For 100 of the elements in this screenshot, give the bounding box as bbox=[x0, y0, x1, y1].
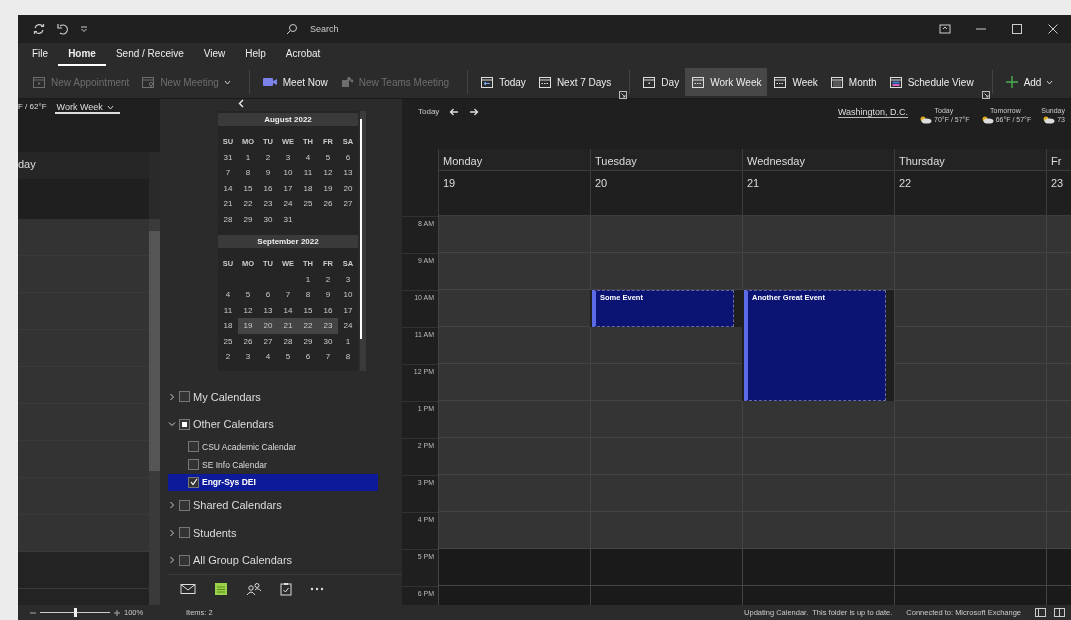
time-slot[interactable] bbox=[742, 216, 894, 253]
time-slot[interactable] bbox=[590, 216, 742, 253]
minus-icon[interactable] bbox=[30, 609, 36, 616]
time-slot[interactable] bbox=[894, 512, 1046, 549]
time-slot[interactable] bbox=[742, 401, 894, 438]
reading-view-icon[interactable] bbox=[1054, 608, 1065, 617]
folder-label[interactable]: Other Calendars bbox=[193, 418, 274, 431]
ribbon-button[interactable]: Meet Now bbox=[255, 68, 334, 96]
date-cell[interactable]: 16 bbox=[258, 180, 278, 196]
more-icon[interactable] bbox=[310, 587, 324, 591]
caret-down-icon[interactable] bbox=[80, 25, 88, 33]
chevron-right-icon[interactable] bbox=[168, 392, 176, 401]
date-cell[interactable]: 31 bbox=[218, 149, 238, 165]
ribbon-button[interactable]: Day bbox=[636, 68, 686, 96]
date-cell[interactable]: 30 bbox=[318, 333, 338, 349]
date-cell[interactable]: 8 bbox=[298, 287, 318, 303]
time-slot[interactable] bbox=[438, 438, 590, 475]
time-slot[interactable] bbox=[438, 253, 590, 290]
time-slot[interactable] bbox=[894, 216, 1046, 253]
time-slot[interactable] bbox=[742, 549, 894, 586]
date-cell[interactable]: 18 bbox=[298, 180, 318, 196]
date-cell[interactable]: 4 bbox=[218, 287, 238, 303]
arrow-left-icon[interactable] bbox=[449, 107, 460, 117]
date-cell[interactable]: 30 bbox=[258, 211, 278, 227]
date-cell[interactable]: 6 bbox=[258, 287, 278, 303]
ribbon-button[interactable]: Next 7 Days bbox=[531, 68, 618, 96]
chevron-right-icon[interactable] bbox=[168, 501, 176, 510]
date-cell[interactable]: 3 bbox=[338, 271, 358, 287]
date-cell[interactable]: 28 bbox=[278, 333, 298, 349]
time-slot[interactable] bbox=[590, 327, 742, 364]
date-cell[interactable]: 3 bbox=[238, 349, 258, 365]
time-slot[interactable] bbox=[742, 253, 894, 290]
time-slot[interactable] bbox=[438, 216, 590, 253]
date-cell[interactable]: 14 bbox=[218, 180, 238, 196]
date-cell[interactable]: 12 bbox=[238, 302, 258, 318]
date-cell[interactable]: 12 bbox=[318, 165, 338, 181]
date-cell[interactable]: 4 bbox=[258, 349, 278, 365]
time-slot[interactable] bbox=[1046, 549, 1071, 586]
ribbon-button[interactable]: Work Week bbox=[685, 68, 768, 96]
time-slot[interactable] bbox=[438, 290, 590, 327]
date-cell[interactable]: 27 bbox=[338, 196, 358, 212]
close-icon[interactable] bbox=[1047, 23, 1059, 35]
chevron-left-icon[interactable] bbox=[238, 99, 244, 108]
date-cell[interactable]: 23 bbox=[258, 196, 278, 212]
calendar-label[interactable]: SE Info Calendar bbox=[202, 459, 267, 470]
ribbon-button[interactable]: Today bbox=[474, 68, 532, 96]
time-slot[interactable] bbox=[590, 253, 742, 290]
date-cell[interactable]: 6 bbox=[298, 349, 318, 365]
checkbox[interactable] bbox=[179, 527, 190, 539]
date-cell[interactable]: 2 bbox=[258, 149, 278, 165]
folder-label[interactable]: My Calendars bbox=[193, 390, 261, 403]
ribbon-button[interactable]: Add bbox=[998, 68, 1060, 96]
date-cell[interactable]: 11 bbox=[298, 165, 318, 181]
mail-icon[interactable] bbox=[180, 583, 196, 595]
date-cell[interactable]: 25 bbox=[298, 196, 318, 212]
time-slot[interactable] bbox=[894, 549, 1046, 586]
time-slot[interactable] bbox=[894, 401, 1046, 438]
date-cell[interactable]: 26 bbox=[318, 196, 338, 212]
time-slot[interactable] bbox=[742, 512, 894, 549]
slider-thumb[interactable] bbox=[74, 608, 77, 617]
date-cell[interactable]: 23 bbox=[318, 318, 338, 334]
date-cell[interactable]: 2 bbox=[318, 271, 338, 287]
arrow-right-icon[interactable] bbox=[469, 107, 480, 117]
dialog-launcher-icon[interactable] bbox=[981, 91, 990, 99]
plus-icon[interactable] bbox=[114, 609, 120, 616]
folder-label[interactable]: Shared Calendars bbox=[193, 499, 282, 512]
time-slot[interactable] bbox=[438, 364, 590, 401]
date-cell[interactable]: 5 bbox=[318, 149, 338, 165]
time-slot[interactable] bbox=[590, 401, 742, 438]
date-cell[interactable]: 14 bbox=[278, 302, 298, 318]
date-cell[interactable]: 1 bbox=[238, 149, 258, 165]
menu-tab[interactable]: Send / Receive bbox=[105, 43, 194, 66]
date-cell[interactable]: 13 bbox=[258, 302, 278, 318]
chevron-right-icon[interactable] bbox=[168, 556, 176, 565]
ribbon-button[interactable]: Month bbox=[823, 68, 883, 96]
date-cell[interactable]: 9 bbox=[318, 287, 338, 303]
date-cell[interactable]: 16 bbox=[318, 302, 338, 318]
time-slot[interactable] bbox=[894, 364, 1046, 401]
today-button[interactable]: Today bbox=[418, 107, 440, 116]
scrollbar[interactable] bbox=[149, 219, 160, 605]
date-cell[interactable]: 5 bbox=[278, 349, 298, 365]
menu-tab[interactable]: View bbox=[193, 43, 236, 66]
checkbox[interactable] bbox=[188, 476, 199, 488]
date-cell[interactable]: 10 bbox=[338, 287, 358, 303]
date-cell[interactable]: 11 bbox=[218, 302, 238, 318]
time-slot[interactable] bbox=[438, 401, 590, 438]
date-cell[interactable]: 8 bbox=[238, 165, 258, 181]
date-cell[interactable]: 13 bbox=[338, 165, 358, 181]
checkbox[interactable] bbox=[179, 418, 190, 430]
date-cell[interactable]: 8 bbox=[338, 349, 358, 365]
date-cell[interactable]: 22 bbox=[238, 196, 258, 212]
date-cell[interactable]: 7 bbox=[318, 349, 338, 365]
date-cell[interactable]: 24 bbox=[338, 318, 358, 334]
date-cell[interactable]: 26 bbox=[238, 333, 258, 349]
menu-tab[interactable]: File bbox=[22, 43, 59, 66]
checkbox[interactable] bbox=[179, 391, 190, 403]
maximize-icon[interactable] bbox=[1011, 23, 1023, 35]
calendar-label[interactable]: CSU Academic Calendar bbox=[202, 442, 296, 452]
date-cell[interactable]: 28 bbox=[218, 211, 238, 227]
normal-view-icon[interactable] bbox=[1035, 608, 1046, 617]
